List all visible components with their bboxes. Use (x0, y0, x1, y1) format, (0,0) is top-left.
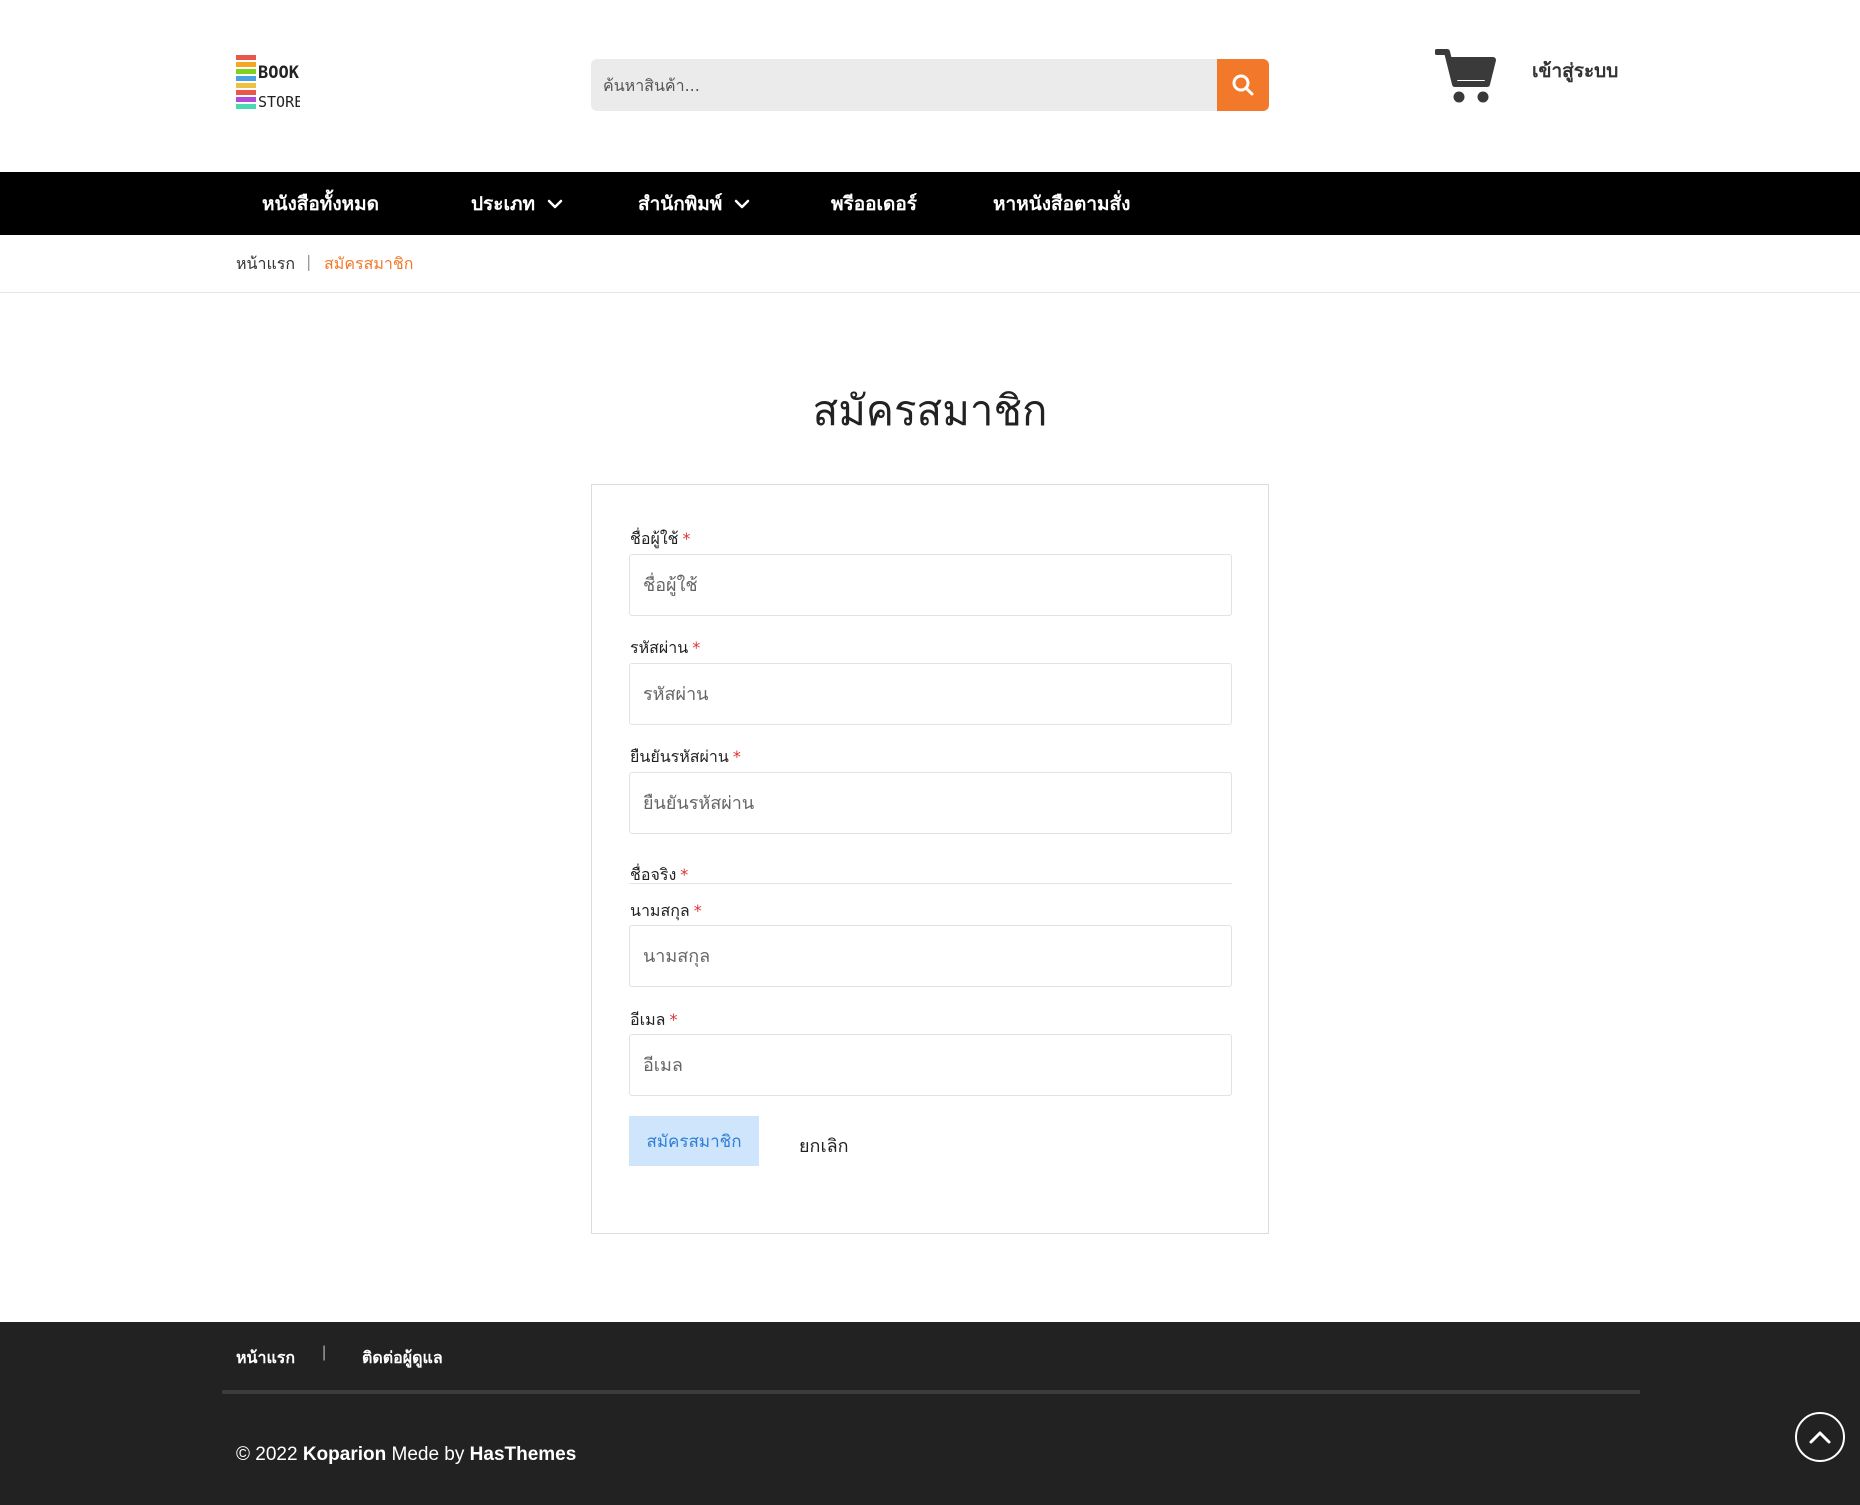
author-link[interactable]: HasThemes (470, 1444, 577, 1465)
breadcrumb-current: สมัครสมาชิก (324, 254, 414, 273)
firstname-field-clipped[interactable]: ชื่อจริง * (629, 855, 1232, 885)
footer-link-home[interactable]: หน้าแรก (236, 1346, 295, 1371)
page-title: สมัครสมาชิก (812, 386, 1048, 435)
cart-icon (1434, 49, 1496, 103)
nav-item-label: สำนักพิมพ์ (638, 192, 723, 215)
cancel-button[interactable]: ยกเลิก (799, 1131, 849, 1160)
main-navigation: หนังสือทั้งหมด ประเภท สำนักพิมพ์ พรีออเด… (0, 172, 1860, 235)
email-input[interactable] (629, 1034, 1232, 1096)
search-icon (1232, 74, 1254, 96)
brand-link[interactable]: Koparion (303, 1444, 386, 1465)
lastname-label: นามสกุล * (630, 901, 702, 920)
footer-separator: | (322, 1344, 327, 1361)
chevron-up-icon (1809, 1431, 1831, 1444)
username-input[interactable] (629, 554, 1232, 616)
site-header: BOOK STORE เข้าสู่ระบบ (0, 0, 1860, 172)
copyright-text: © 2022 Koparion Mede by HasThemes (236, 1444, 577, 1465)
firstname-input-edge (629, 883, 1232, 884)
password-label: รหัสผ่าน * (630, 638, 701, 657)
nav-item-label: พรีออเดอร์ (831, 192, 918, 215)
logo-text-bottom: STORE (258, 93, 300, 111)
username-label: ชื่อผู้ใช้ * (630, 529, 691, 548)
cart-button[interactable] (1434, 48, 1497, 106)
nav-item-all-books[interactable]: หนังสือทั้งหมด (262, 172, 379, 235)
chevron-down-icon (735, 199, 750, 208)
logo-text-top: BOOK (258, 63, 300, 83)
nav-item-label: หาหนังสือตามสั่ง (993, 192, 1131, 215)
email-label: อีเมล * (630, 1010, 678, 1029)
chevron-down-icon (547, 199, 563, 208)
breadcrumb-separator: | (306, 252, 312, 271)
site-footer: หน้าแรก | ติดต่อผู้ดูแล © 2022 Koparion … (0, 1322, 1860, 1505)
footer-link-contact[interactable]: ติดต่อผู้ดูแล (362, 1346, 443, 1371)
firstname-label: ชื่อจริง * (630, 865, 689, 884)
register-submit-button[interactable]: สมัครสมาชิก (629, 1116, 759, 1166)
search-input[interactable] (591, 59, 1217, 111)
confirm-password-label: ยืนยันรหัสผ่าน * (630, 747, 741, 766)
bookstore-logo[interactable]: BOOK STORE (236, 52, 303, 114)
lastname-input[interactable] (629, 925, 1232, 987)
nav-item-preorder[interactable]: พรีออเดอร์ (831, 172, 917, 235)
search-button[interactable] (1217, 59, 1269, 111)
nav-item-label: ประเภท (471, 192, 536, 215)
nav-item-publisher[interactable]: สำนักพิมพ์ (638, 172, 750, 235)
nav-item-label: หนังสือทั้งหมด (262, 192, 379, 215)
nav-item-book-request[interactable]: หาหนังสือตามสั่ง (993, 172, 1130, 235)
search-bar (591, 59, 1269, 111)
breadcrumb: หน้าแรก | สมัครสมาชิก (0, 235, 1860, 293)
scroll-to-top-button[interactable] (1795, 1412, 1845, 1462)
breadcrumb-home-link[interactable]: หน้าแรก (236, 252, 295, 277)
footer-divider (222, 1390, 1640, 1394)
password-input[interactable] (629, 663, 1232, 725)
register-form: ชื่อผู้ใช้* รหัสผ่าน* ยืนยันรหัสผ่าน* ชื… (591, 484, 1269, 1234)
login-link[interactable]: เข้าสู่ระบบ (1532, 56, 1618, 86)
nav-item-category[interactable]: ประเภท (471, 172, 563, 235)
confirm-password-input[interactable] (629, 772, 1232, 834)
